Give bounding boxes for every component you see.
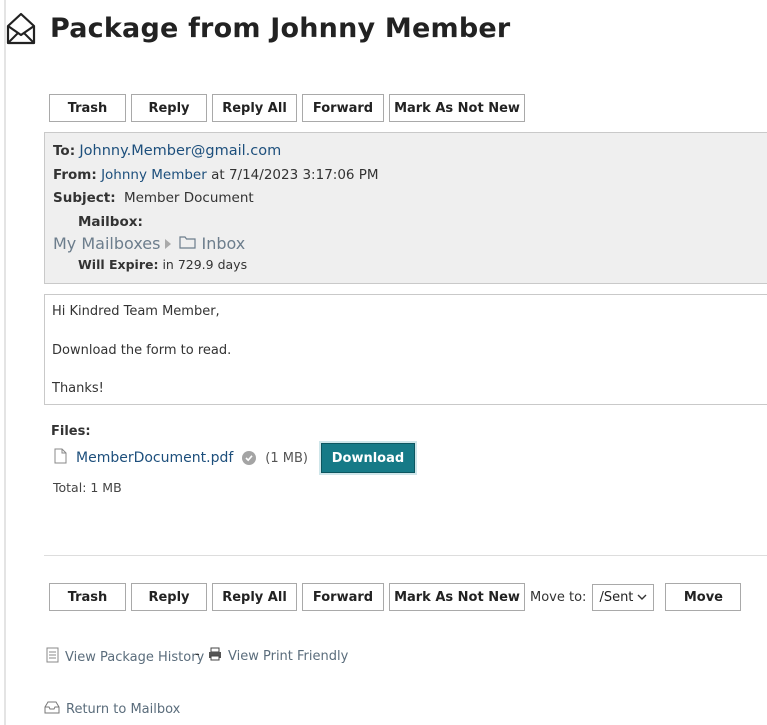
view-history-link[interactable]: View Package History [46,647,204,667]
divider [44,555,767,556]
mark-not-new-button[interactable]: Mark As Not New [389,94,525,122]
expire-row: Will Expire: in 729.9 days [78,257,247,272]
to-row: To: Johnny.Member@gmail.com [53,143,281,159]
message-body: Hi Kindred Team Member, Download the for… [44,294,767,405]
from-row: From: Johnny Member at 7/14/2023 3:17:06… [53,167,379,183]
move-to-label: Move to: [530,589,587,605]
view-history-label: View Package History [65,649,205,665]
left-border [4,0,6,725]
page-title: Package from Johnny Member [50,12,511,44]
reply-button[interactable]: Reply [131,94,207,122]
breadcrumb-my-mailboxes[interactable]: My Mailboxes [53,234,160,253]
forward-button-bottom[interactable]: Forward [302,583,384,611]
reply-all-button[interactable]: Reply All [212,94,297,122]
from-label: From: [53,167,97,183]
files-total: Total: 1 MB [53,480,122,495]
body-line-closing: Thanks! [52,381,104,396]
message-header: To: Johnny.Member@gmail.com From: Johnny… [44,132,767,284]
mailbox-label: Mailbox: [78,214,143,230]
subject-value: Member Document [123,190,254,206]
view-print-link[interactable]: View Print Friendly [208,647,348,665]
mark-not-new-button-bottom[interactable]: Mark As Not New [389,583,525,611]
forward-button[interactable]: Forward [302,94,384,122]
history-icon [46,647,65,667]
trash-button-bottom[interactable]: Trash [49,583,126,611]
folder-icon [179,234,197,253]
move-to-select[interactable]: /Sent [592,583,655,611]
from-sender-link[interactable]: Johnny Member [101,167,207,183]
expire-label: Will Expire: [78,257,159,272]
body-line-instruction: Download the form to read. [52,343,232,358]
to-address-link[interactable]: Johnny.Member@gmail.com [79,143,281,159]
check-circle-icon [242,451,257,465]
body-line-greeting: Hi Kindred Team Member, [52,304,220,319]
breadcrumb-inbox[interactable]: Inbox [201,234,245,253]
mailbox-breadcrumb: My Mailboxes Inbox [53,234,245,253]
reply-all-button-bottom[interactable]: Reply All [212,583,297,611]
top-toolbar: Trash Reply Reply All Forward Mark As No… [49,94,530,122]
title-bar: Package from Johnny Member [6,8,510,48]
subject-row: Subject: Member Document [53,190,254,206]
file-name-link[interactable]: MemberDocument.pdf [76,450,233,466]
reply-button-bottom[interactable]: Reply [131,583,207,611]
from-timestamp: at 7/14/2023 3:17:06 PM [211,167,379,183]
breadcrumb-arrow-icon [165,238,172,249]
subject-label: Subject: [53,190,116,206]
download-button[interactable]: Download [320,443,415,473]
chevron-down-icon [637,590,647,605]
open-envelope-icon [6,11,36,45]
expire-value: in 729.9 days [162,257,248,272]
move-to-selected-value: /Sent [599,589,634,605]
view-print-label: View Print Friendly [228,648,349,664]
footer-separator: - [195,647,200,662]
document-icon [54,448,67,468]
mailbox-row: Mailbox: [78,214,143,230]
file-item: MemberDocument.pdf (1 MB) Download [54,443,415,473]
move-button[interactable]: Move [665,583,742,611]
files-label: Files: [51,424,91,439]
return-to-mailbox-label: Return to Mailbox [66,701,181,717]
to-label: To: [53,143,76,159]
printer-icon [208,647,228,665]
return-to-mailbox-link[interactable]: Return to Mailbox [44,700,180,718]
file-size: (1 MB) [265,450,308,466]
bottom-toolbar: Trash Reply Reply All Forward Mark As No… [49,583,746,611]
mailbox-icon [44,700,66,718]
trash-button[interactable]: Trash [49,94,126,122]
